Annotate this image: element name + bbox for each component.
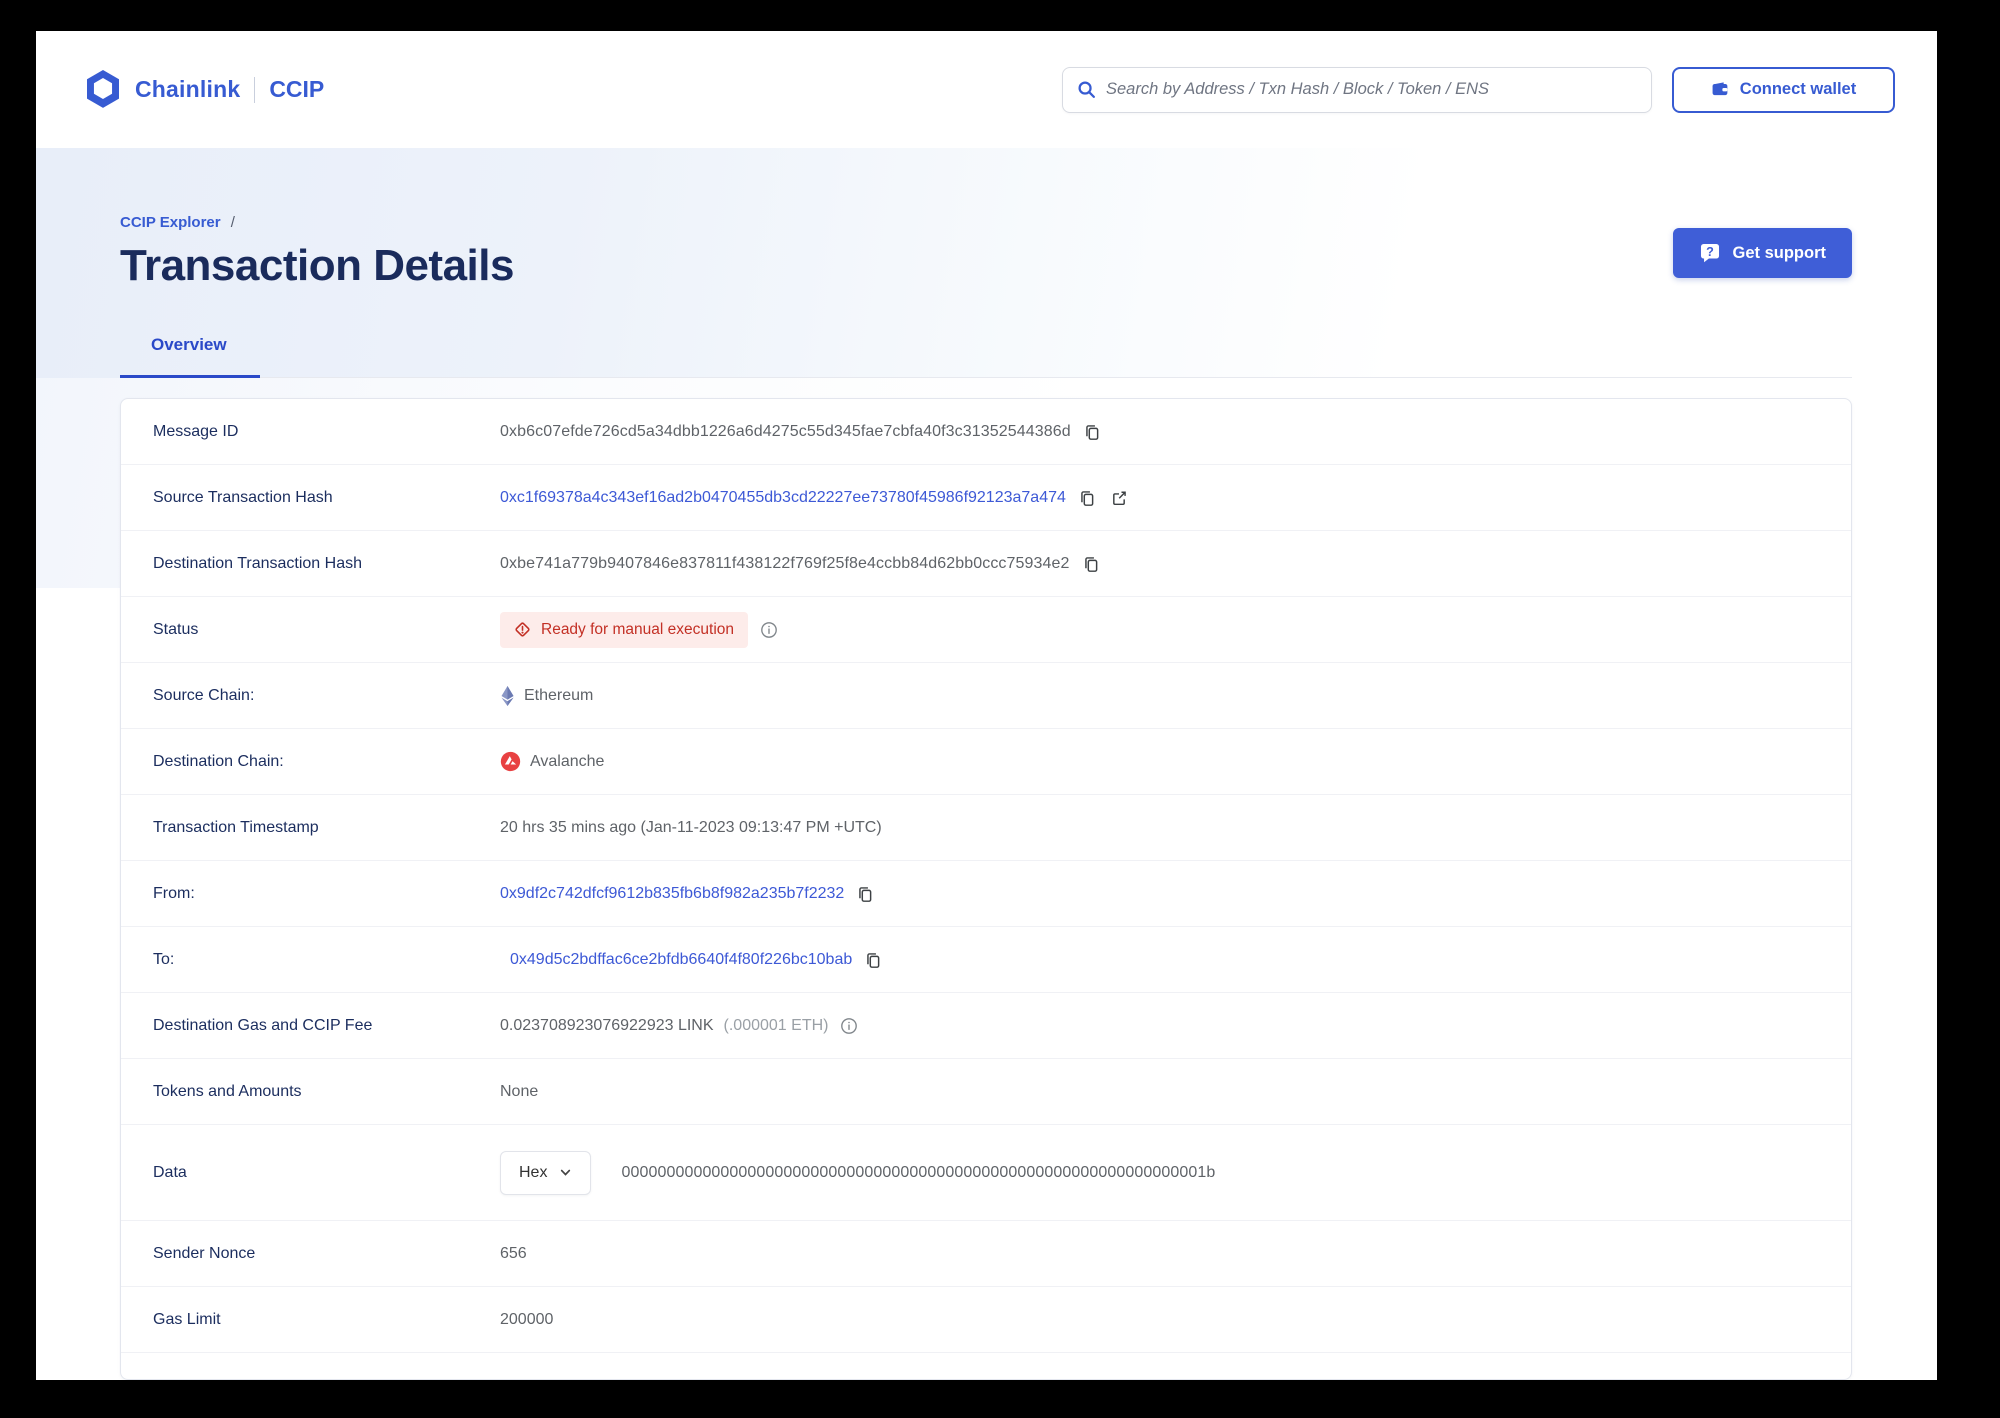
breadcrumb-link-ccip-explorer[interactable]: CCIP Explorer [120,214,221,231]
brand-divider [254,76,256,103]
chainlink-logo-icon [85,69,121,110]
row-label: Destination Gas and CCIP Fee [153,1016,373,1034]
table-row-source-tx-hash: Source Transaction Hash 0xc1f69378a4c343… [121,465,1851,531]
connect-wallet-button[interactable]: Connect wallet [1672,66,1895,113]
row-label: To: [153,950,175,968]
data-format-selected: Hex [519,1163,548,1181]
ethereum-icon [500,685,515,707]
search-icon [1077,80,1096,99]
title-block: CCIP Explorer / Transaction Details [120,214,514,291]
row-label: Data [153,1163,187,1181]
message-id-value: 0xb6c07efde726cd5a34dbb1226a6d4275c55d34… [500,422,1071,440]
data-hex-value: 0000000000000000000000000000000000000000… [621,1163,1216,1181]
row-label: Destination Transaction Hash [153,554,362,572]
table-row-partial [121,1353,1851,1379]
top-navbar: Chainlink CCIP Connect wallet [36,31,1937,148]
brand-product-name: CCIP [269,76,325,102]
table-row-tokens: Tokens and Amounts None [121,1059,1851,1125]
info-icon[interactable] [758,619,780,641]
row-label: Destination Chain: [153,752,284,770]
table-row-message-id: Message ID 0xb6c07efde726cd5a34dbb1226a6… [121,399,1851,465]
main-content: Message ID 0xb6c07efde726cd5a34dbb1226a6… [36,378,1937,1380]
gas-limit-value: 200000 [500,1310,554,1328]
status-badge: Ready for manual execution [500,611,749,648]
table-row-to: To: 0x49d5c2bdffac6ce2bfdb6640f4f80f226b… [121,927,1851,993]
diamond-exclamation-icon [514,621,531,638]
get-support-label: Get support [1732,243,1827,262]
dest-tx-hash-value: 0xbe741a779b9407846e837811f438122f769f25… [500,554,1070,572]
to-address-link[interactable]: 0x49d5c2bdffac6ce2bfdb6640f4f80f226bc10b… [510,951,852,969]
row-label: From: [153,884,195,902]
row-label: Source Chain: [153,686,255,704]
search-bar[interactable] [1062,66,1652,113]
get-support-button[interactable]: ? Get support [1672,228,1852,278]
tab-overview[interactable]: Overview [120,335,260,378]
copy-icon[interactable] [1080,553,1102,575]
table-row-data: Data Hex 0000000000000000000000000000000… [121,1125,1851,1221]
table-row-fee: Destination Gas and CCIP Fee 0.023708923… [121,993,1851,1059]
data-format-dropdown[interactable]: Hex [500,1150,592,1195]
table-row-sender-nonce: Sender Nonce 656 [121,1221,1851,1287]
row-label: Gas Limit [153,1310,221,1328]
tokens-value: None [500,1082,539,1100]
table-row-from: From: 0x9df2c742dfcf9612b835fb6b8f982a23… [121,861,1851,927]
search-input[interactable] [1106,80,1637,99]
table-row-dest-tx-hash: Destination Transaction Hash 0xbe741a779… [121,531,1851,597]
brand-logo-group[interactable]: Chainlink CCIP [85,69,325,110]
external-link-icon[interactable] [1108,487,1130,509]
copy-icon[interactable] [854,883,876,905]
row-label: Transaction Timestamp [153,818,319,836]
fee-eth-equivalent: (.000001 ETH) [723,1016,829,1034]
row-label: Source Transaction Hash [153,488,333,506]
row-label: Tokens and Amounts [153,1082,302,1100]
brand-name: Chainlink [135,76,241,102]
table-row-timestamp: Transaction Timestamp 20 hrs 35 mins ago… [121,795,1851,861]
status-badge-label: Ready for manual execution [541,620,735,638]
chevron-down-icon [559,1166,572,1179]
wallet-icon [1711,80,1730,99]
dest-chain-value: Avalanche [530,752,605,770]
transaction-details-card: Message ID 0xb6c07efde726cd5a34dbb1226a6… [120,398,1852,1380]
breadcrumb: CCIP Explorer / [120,214,514,231]
table-row-source-chain: Source Chain: Ethereum [121,663,1851,729]
table-row-gas-limit: Gas Limit 200000 [121,1287,1851,1353]
breadcrumb-separator: / [230,214,235,231]
fee-value: 0.023708923076922923 LINK [500,1016,714,1034]
row-label: Message ID [153,422,239,440]
page-title: Transaction Details [120,241,514,290]
timestamp-value: 20 hrs 35 mins ago (Jan-11-2023 09:13:47… [500,818,882,836]
row-label: Status [153,620,199,638]
info-icon[interactable] [838,1015,860,1037]
question-chat-icon: ? [1699,242,1721,264]
copy-icon[interactable] [862,949,884,971]
connect-wallet-label: Connect wallet [1739,80,1857,98]
table-row-status: Status Ready for manual execution [121,597,1851,663]
copy-icon[interactable] [1081,421,1103,443]
svg-text:?: ? [1706,245,1714,259]
source-tx-hash-link[interactable]: 0xc1f69378a4c343ef16ad2b0470455db3cd2222… [500,489,1066,507]
row-label: Sender Nonce [153,1244,256,1262]
browser-viewport: Chainlink CCIP Connect wallet [36,31,1937,1380]
table-row-dest-chain: Destination Chain: Avalanche [121,729,1851,795]
source-chain-value: Ethereum [524,686,594,704]
avalanche-icon [500,751,521,772]
hero-section: CCIP Explorer / Transaction Details ? Ge… [36,148,1937,588]
tab-bar: Overview [120,335,1852,378]
from-address-link[interactable]: 0x9df2c742dfcf9612b835fb6b8f982a235b7f22… [500,885,844,903]
sender-nonce-value: 656 [500,1244,527,1262]
copy-icon[interactable] [1076,487,1098,509]
